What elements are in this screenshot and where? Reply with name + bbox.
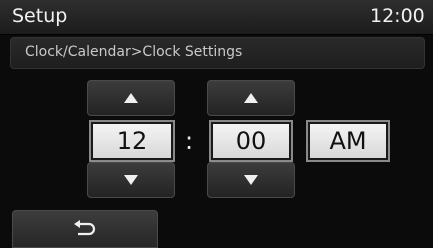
up-arrow-icon xyxy=(244,93,258,103)
minute-up-button[interactable] xyxy=(207,80,295,116)
minute-value[interactable]: 00 xyxy=(209,120,293,162)
title-bar: Setup 12:00 xyxy=(0,0,433,35)
breadcrumb-bar: Clock/Calendar>Clock Settings xyxy=(10,37,425,69)
hour-value[interactable]: 12 xyxy=(89,120,175,162)
up-arrow-icon xyxy=(124,93,138,103)
minute-down-button[interactable] xyxy=(207,162,295,198)
hour-up-button[interactable] xyxy=(87,80,175,116)
back-button[interactable] xyxy=(12,210,158,248)
current-time: 12:00 xyxy=(370,5,425,27)
back-return-icon xyxy=(74,220,96,236)
hour-down-button[interactable] xyxy=(87,162,175,198)
time-separator: : xyxy=(185,127,194,155)
breadcrumb: Clock/Calendar>Clock Settings xyxy=(25,44,243,60)
page-title: Setup xyxy=(12,5,68,27)
am-pm-toggle[interactable]: AM xyxy=(306,120,390,162)
down-arrow-icon xyxy=(124,175,138,185)
down-arrow-icon xyxy=(244,175,258,185)
